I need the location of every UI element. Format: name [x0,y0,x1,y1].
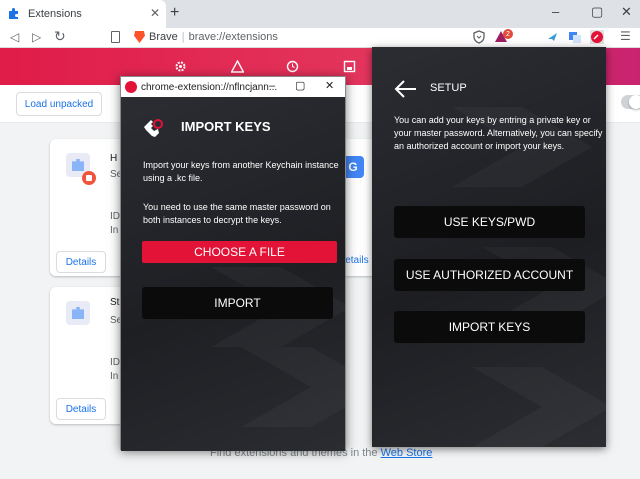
setup-title: SETUP [430,82,467,94]
puzzle-icon [9,8,18,19]
extension-arrow-icon[interactable] [546,30,560,44]
decoration [241,347,345,427]
extension-name: H [110,153,118,164]
developer-mode-toggle[interactable] [621,95,640,109]
minimize-button[interactable]: – [552,5,559,19]
details-button[interactable]: Details [56,251,106,273]
extension-id: ID [110,357,120,368]
popup-titlebar: chrome-extension://nflncjann... – ▢ ✕ [121,77,345,97]
popup-maximize-button[interactable]: ▢ [295,80,305,92]
use-authorized-account-button[interactable]: USE AUTHORIZED ACCOUNT [394,259,585,291]
close-window-button[interactable]: ✕ [621,5,632,19]
key-icon [144,119,163,137]
gear-icon[interactable] [174,60,187,73]
extension-name: St [110,297,120,308]
url-brand: Brave [149,31,178,43]
import-button[interactable]: IMPORT [142,287,333,319]
extension-card: St Se ID In Details [50,287,125,424]
forward-icon[interactable]: ▷ [32,30,41,44]
brave-shields-icon[interactable] [472,30,486,44]
popup-close-button[interactable]: ✕ [325,80,334,92]
bookmark-icon[interactable] [111,31,120,43]
maximize-button[interactable]: ▢ [591,5,603,19]
back-icon[interactable]: ◁ [10,30,19,44]
rewards-badge: 2 [503,29,513,39]
browser-toolbar: ◁ ▷ ↻ Brave | brave://extensions 2 ☰ [0,28,640,48]
import-keys-window: chrome-extension://nflncjann... – ▢ ✕ IM… [120,76,346,451]
popup-body: IMPORT KEYS Import your keys from anothe… [121,97,345,451]
keychain-icon [125,81,137,93]
choose-file-button[interactable]: CHOOSE A FILE [142,241,337,263]
address-bar[interactable]: Brave | brave://extensions [134,29,278,45]
keychain-extension-icon[interactable] [590,30,604,44]
menu-icon[interactable]: ☰ [620,29,631,43]
decoration [472,367,606,447]
setup-panel: SETUP You can add your keys by entring a… [372,47,606,447]
tab-close-icon[interactable]: ✕ [150,7,160,19]
popup-title: chrome-extension://nflncjann... [141,81,278,93]
password-note: You need to use the same master password… [143,202,331,225]
setup-description: You can add your keys by entring a priva… [394,115,603,151]
save-icon[interactable] [343,60,356,73]
new-tab-button[interactable]: + [170,5,179,21]
inspect-views: In [110,371,119,382]
web-store-link[interactable]: Web Store [381,447,433,459]
extension-card: H Se ID In Details [50,139,125,276]
import-keys-button[interactable]: IMPORT KEYS [394,311,585,343]
inspect-views: In [110,225,119,236]
translate-icon[interactable] [568,30,582,44]
tab-bar: Extensions ✕ + – ▢ ✕ [0,0,640,28]
details-button[interactable]: Details [56,398,106,420]
use-keys-button[interactable]: USE KEYS/PWD [394,206,585,238]
import-instructions: Import your keys from another Keychain i… [143,160,339,183]
reload-icon[interactable]: ↻ [54,29,66,43]
import-keys-heading: IMPORT KEYS [181,119,271,134]
popup-minimize-button[interactable]: – [269,80,275,92]
url-text: brave://extensions [188,31,278,43]
tab-title: Extensions [28,8,82,20]
back-arrow-icon[interactable] [394,77,418,101]
record-badge-icon [82,171,96,185]
history-icon[interactable] [286,60,299,73]
tab-extensions[interactable]: Extensions ✕ [0,0,166,28]
extension-id: ID [110,211,120,222]
brave-lion-icon [134,31,145,43]
extension-icon [66,301,90,325]
warning-icon[interactable] [231,60,244,73]
load-unpacked-button[interactable]: Load unpacked [16,92,102,116]
url-separator: | [181,31,185,43]
